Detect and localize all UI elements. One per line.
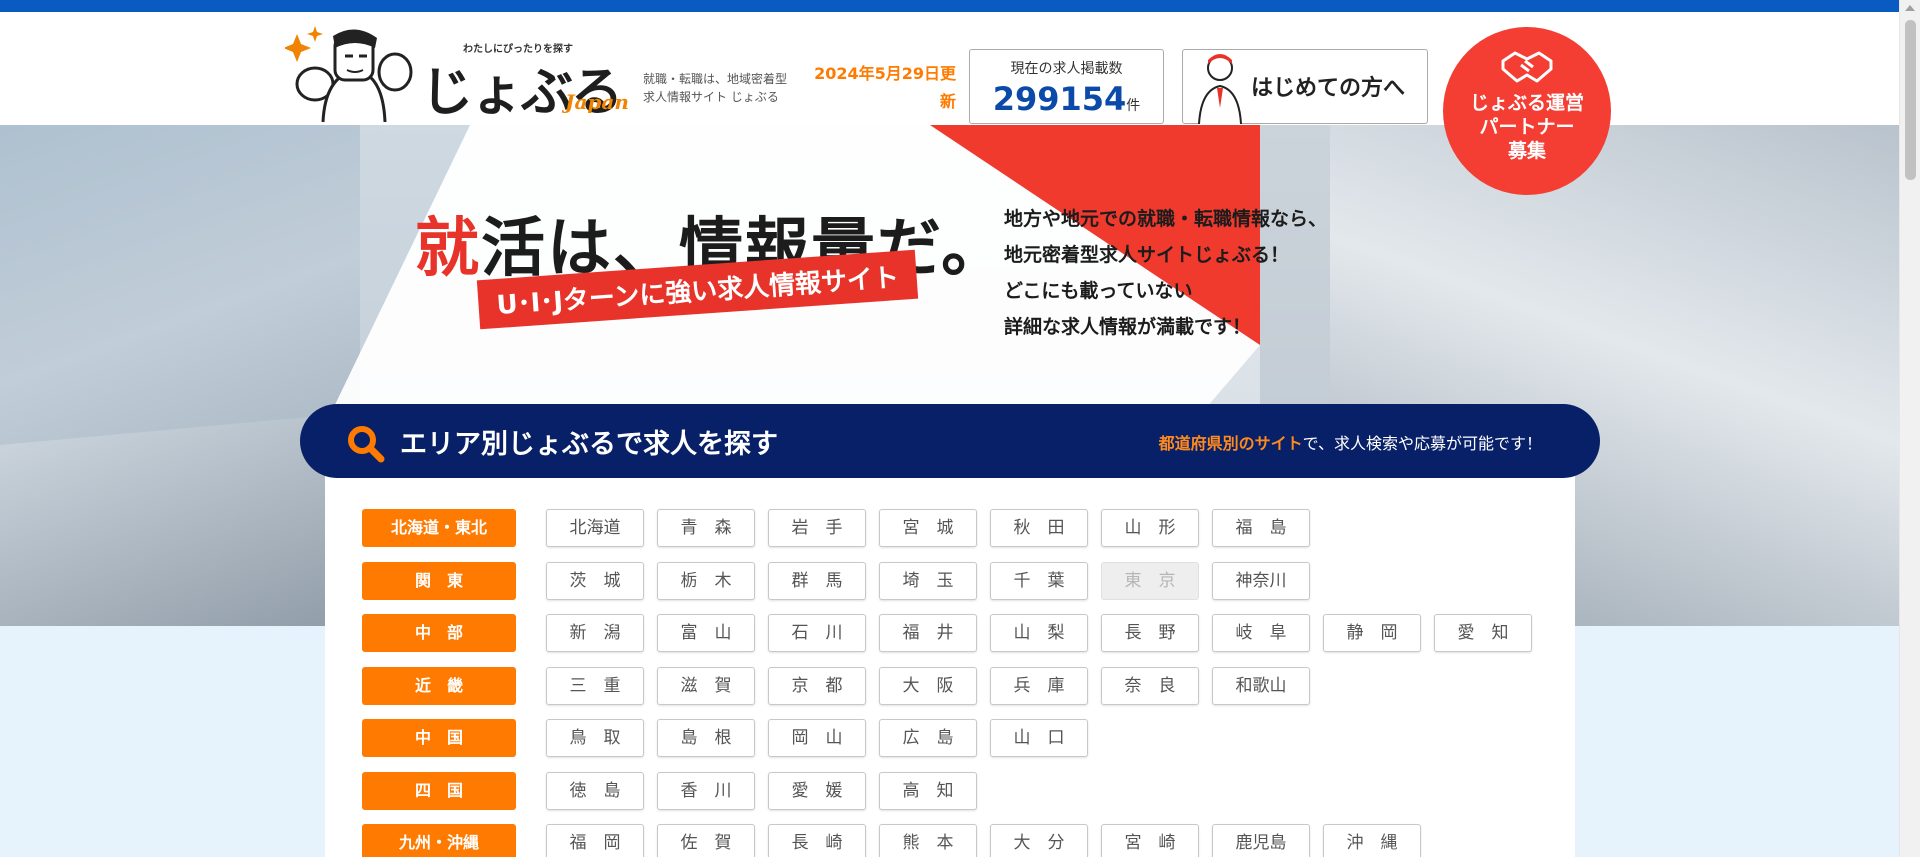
prefecture-button[interactable]: 和歌山: [1212, 667, 1310, 705]
prefecture-button[interactable]: 富 山: [657, 614, 755, 652]
site-header: わたしにぴったりを探す じょぶる Japan 就職・転職は、地域密着型 求人情報…: [0, 12, 1899, 125]
mascot-icon: [285, 26, 413, 123]
prefecture-button[interactable]: 北海道: [546, 509, 644, 547]
prefecture-button[interactable]: 京 都: [768, 667, 866, 705]
prefecture-button[interactable]: 宮 崎: [1101, 824, 1199, 857]
region-row: 四 国徳 島香 川愛 媛高 知: [362, 772, 1562, 810]
prefecture-button[interactable]: 山 形: [1101, 509, 1199, 547]
prefecture-button[interactable]: 秋 田: [990, 509, 1088, 547]
first-time-button[interactable]: はじめての方へ: [1182, 49, 1428, 124]
prefecture-button[interactable]: 徳 島: [546, 772, 644, 810]
region-row: 北海道・東北 北海道青 森岩 手宮 城秋 田山 形福 島: [362, 509, 1562, 547]
prefecture-button[interactable]: 静 岡: [1323, 614, 1421, 652]
prefecture-button[interactable]: 沖 縄: [1323, 824, 1421, 857]
region-row: 中 部新 潟富 山石 川福 井山 梨長 野岐 阜静 岡愛 知: [362, 614, 1562, 652]
prefecture-button[interactable]: 香 川: [657, 772, 755, 810]
prefecture-button[interactable]: 神奈川: [1212, 562, 1310, 600]
hero-text-line: 地元密着型求人サイトじょぶる！: [1004, 244, 1290, 266]
partner-line-3: 募集: [1507, 140, 1546, 162]
scrollbar-thumb[interactable]: [1905, 20, 1916, 180]
prefecture-button[interactable]: 愛 媛: [768, 772, 866, 810]
prefecture-button[interactable]: 青 森: [657, 509, 755, 547]
prefecture-button[interactable]: 山 口: [990, 719, 1088, 757]
prefecture-button[interactable]: 群 馬: [768, 562, 866, 600]
hero-description: 地方や地元での就職・転職情報なら、 地元密着型求人サイトじょぶる！ どこにも載っ…: [1004, 201, 1327, 345]
logo-japan: Japan: [565, 90, 629, 114]
site-description: 就職・転職は、地域密着型 求人情報サイト じょぶる: [643, 70, 787, 106]
region-label-button[interactable]: 九州・沖縄: [362, 824, 516, 857]
prefecture-button[interactable]: 三 重: [546, 667, 644, 705]
partner-line-2: パートナー: [1479, 116, 1575, 138]
region-label-button[interactable]: 四 国: [362, 772, 516, 810]
prefecture-button[interactable]: 栃 木: [657, 562, 755, 600]
hero-text-line: 地方や地元での就職・転職情報なら、: [1004, 208, 1328, 230]
prefecture-button: 東 京: [1101, 562, 1199, 600]
partner-line-1: じょぶる運営: [1469, 92, 1584, 114]
prefecture-button[interactable]: 新 潟: [546, 614, 644, 652]
hero-text-line: 詳細な求人情報が満載です！: [1004, 316, 1252, 338]
scroll-up-icon[interactable]: [1905, 5, 1915, 11]
page-scrollbar[interactable]: [1899, 0, 1920, 857]
businessman-icon: [1198, 54, 1242, 124]
region-row: 九州・沖縄福 岡佐 賀長 崎熊 本大 分宮 崎鹿児島沖 縄: [362, 824, 1562, 857]
handshake-icon: [1501, 51, 1553, 83]
site-description-line-1: 就職・転職は、地域密着型: [643, 72, 788, 86]
job-count-box: 現在の求人掲載数 299154件: [969, 49, 1164, 124]
area-search-title: エリア別じょぶるで求人を探す: [400, 429, 778, 460]
area-search-note-rest: で、求人検索や応募が可能です！: [1302, 434, 1542, 453]
prefecture-button[interactable]: 茨 城: [546, 562, 644, 600]
prefecture-button[interactable]: 岐 阜: [1212, 614, 1310, 652]
prefecture-button[interactable]: 鳥 取: [546, 719, 644, 757]
prefecture-button[interactable]: 福 島: [1212, 509, 1310, 547]
region-label-button[interactable]: 中 部: [362, 614, 516, 652]
region-row: 中 国鳥 取島 根岡 山広 島山 口: [362, 719, 1562, 757]
prefecture-button[interactable]: 埼 玉: [879, 562, 977, 600]
prefecture-button[interactable]: 岩 手: [768, 509, 866, 547]
site-logo[interactable]: わたしにぴったりを探す じょぶる Japan: [285, 22, 630, 126]
prefecture-button[interactable]: 福 岡: [546, 824, 644, 857]
site-description-line-2: 求人情報サイト じょぶる: [643, 90, 779, 104]
area-search-note-highlight: 都道府県別のサイト: [1158, 434, 1303, 453]
prefecture-button[interactable]: 大 分: [990, 824, 1088, 857]
search-icon: [348, 426, 385, 463]
prefecture-button[interactable]: 佐 賀: [657, 824, 755, 857]
job-count-value: 299154: [992, 80, 1127, 118]
prefecture-button[interactable]: 熊 本: [879, 824, 977, 857]
region-row: 近 畿三 重滋 賀京 都大 阪兵 庫奈 良和歌山: [362, 667, 1562, 705]
top-accent-bar: [0, 0, 1899, 12]
region-label-button[interactable]: 関 東: [362, 562, 516, 600]
area-search-header: エリア別じょぶるで求人を探す 都道府県別のサイトで、求人検索や応募が可能です！: [300, 404, 1600, 478]
prefecture-button[interactable]: 石 川: [768, 614, 866, 652]
prefecture-button[interactable]: 奈 良: [1101, 667, 1199, 705]
region-label-button[interactable]: 中 国: [362, 719, 516, 757]
job-count-unit: 件: [1126, 98, 1141, 114]
prefecture-button[interactable]: 広 島: [879, 719, 977, 757]
hero-text-line: どこにも載っていない: [1004, 280, 1193, 302]
prefecture-button[interactable]: 鹿児島: [1212, 824, 1310, 857]
prefecture-button[interactable]: 大 阪: [879, 667, 977, 705]
update-date: 2024年5月29日更新: [814, 64, 956, 111]
region-label-button[interactable]: 近 畿: [362, 667, 516, 705]
prefecture-button[interactable]: 島 根: [657, 719, 755, 757]
prefecture-button[interactable]: 長 崎: [768, 824, 866, 857]
prefecture-button[interactable]: 岡 山: [768, 719, 866, 757]
job-count-label: 現在の求人掲載数: [1010, 61, 1123, 77]
prefecture-button[interactable]: 山 梨: [990, 614, 1088, 652]
prefecture-button[interactable]: 福 井: [879, 614, 977, 652]
prefecture-button[interactable]: 高 知: [879, 772, 977, 810]
prefecture-button[interactable]: 愛 知: [1434, 614, 1532, 652]
prefecture-button[interactable]: 滋 賀: [657, 667, 755, 705]
first-time-label: はじめての方へ: [1251, 76, 1406, 101]
area-search-note: 都道府県別のサイトで、求人検索や応募が可能です！: [1159, 430, 1542, 454]
region-label-button[interactable]: 北海道・東北: [362, 509, 516, 547]
prefecture-button[interactable]: 宮 城: [879, 509, 977, 547]
prefecture-button[interactable]: 千 葉: [990, 562, 1088, 600]
prefecture-button[interactable]: 長 野: [1101, 614, 1199, 652]
region-row: 関 東茨 城栃 木群 馬埼 玉千 葉東 京神奈川: [362, 562, 1562, 600]
prefecture-button[interactable]: 兵 庫: [990, 667, 1088, 705]
partner-recruit-button[interactable]: じょぶる運営 パートナー 募集: [1443, 27, 1611, 195]
hero-catchphrase-red: 就: [415, 212, 481, 286]
